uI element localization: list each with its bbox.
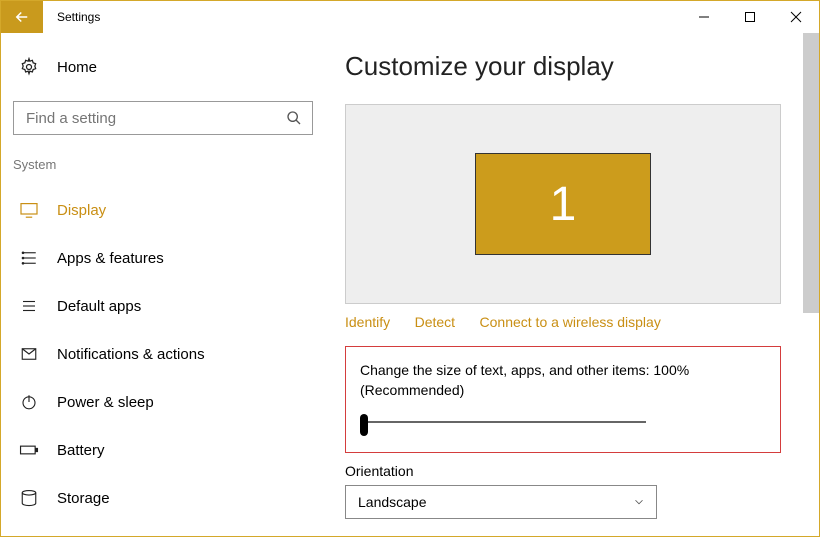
- apps-icon: [20, 249, 38, 267]
- home-label: Home: [57, 59, 97, 76]
- slider-thumb[interactable]: [360, 414, 368, 436]
- power-icon: [20, 393, 38, 411]
- nav-label: Power & sleep: [57, 394, 154, 411]
- search-icon: [286, 110, 302, 126]
- content-pane: Customize your display 1 Identify Detect…: [327, 33, 819, 536]
- nav-apps-features[interactable]: Apps & features: [1, 234, 327, 282]
- section-label: System: [1, 157, 327, 172]
- orientation-label: Orientation: [345, 463, 789, 479]
- search-input[interactable]: [26, 110, 286, 127]
- scrollbar-thumb[interactable]: [803, 33, 819, 313]
- storage-icon: [20, 489, 38, 507]
- display-preview[interactable]: 1: [345, 104, 781, 304]
- nav-display[interactable]: Display: [1, 186, 327, 234]
- wireless-display-link[interactable]: Connect to a wireless display: [480, 314, 661, 330]
- nav-label: Apps & features: [57, 250, 164, 267]
- scale-slider[interactable]: [360, 416, 766, 428]
- notifications-icon: [20, 346, 38, 362]
- chevron-down-icon: [632, 495, 646, 509]
- nav-label: Default apps: [57, 298, 141, 315]
- maximize-button[interactable]: [727, 1, 773, 33]
- orientation-value: Landscape: [358, 494, 427, 510]
- maximize-icon: [744, 11, 756, 23]
- scale-section: Change the size of text, apps, and other…: [345, 346, 781, 453]
- nav-battery[interactable]: Battery: [1, 426, 327, 474]
- nav-label: Storage: [57, 490, 110, 507]
- monitor-1[interactable]: 1: [475, 153, 651, 255]
- page-title: Customize your display: [345, 51, 789, 82]
- minimize-button[interactable]: [681, 1, 727, 33]
- home-link[interactable]: Home: [1, 57, 327, 77]
- nav-label: Notifications & actions: [57, 346, 205, 363]
- nav-label: Battery: [57, 442, 105, 459]
- slider-track-line: [364, 421, 646, 423]
- arrow-left-icon: [13, 8, 31, 26]
- close-button[interactable]: [773, 1, 819, 33]
- window-title: Settings: [57, 10, 100, 24]
- identify-link[interactable]: Identify: [345, 314, 390, 330]
- detect-link[interactable]: Detect: [415, 314, 455, 330]
- scale-label: Change the size of text, apps, and other…: [360, 361, 766, 400]
- display-icon: [19, 202, 39, 218]
- minimize-icon: [698, 11, 710, 23]
- nav-label: Display: [57, 202, 106, 219]
- scrollbar[interactable]: [803, 33, 819, 536]
- nav-notifications[interactable]: Notifications & actions: [1, 330, 327, 378]
- nav-default-apps[interactable]: Default apps: [1, 282, 327, 330]
- default-apps-icon: [20, 297, 38, 315]
- close-icon: [790, 11, 802, 23]
- search-box[interactable]: [13, 101, 313, 135]
- battery-icon: [19, 443, 39, 457]
- gear-icon: [17, 57, 41, 77]
- sidebar: Home System Display Apps & features Defa…: [1, 33, 327, 536]
- nav-power-sleep[interactable]: Power & sleep: [1, 378, 327, 426]
- back-button[interactable]: [1, 1, 43, 33]
- nav-storage[interactable]: Storage: [1, 474, 327, 522]
- orientation-select[interactable]: Landscape: [345, 485, 657, 519]
